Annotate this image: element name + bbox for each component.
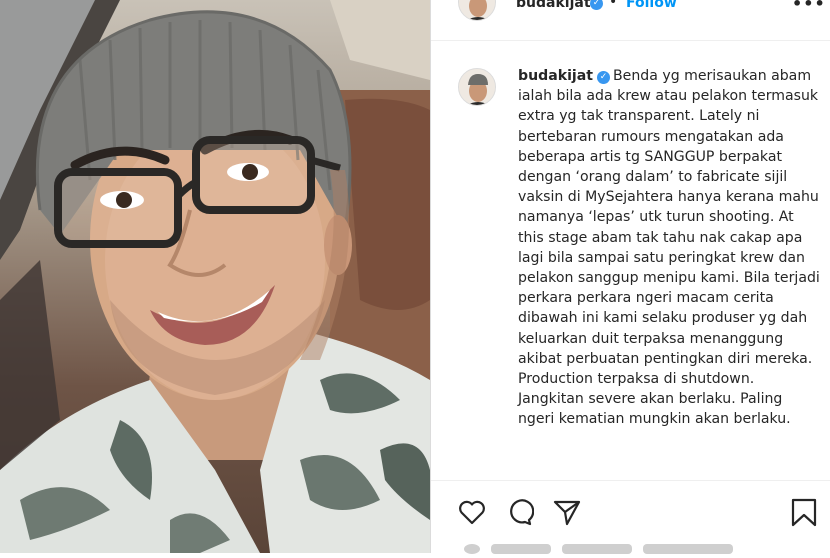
caption-username-link[interactable]: budakijat (518, 68, 593, 84)
caption-avatar[interactable] (458, 68, 496, 106)
bookmark-icon[interactable] (789, 497, 819, 527)
follow-button[interactable]: Follow (626, 0, 677, 11)
avatar-image (459, 69, 495, 105)
more-options-icon[interactable]: ••• (792, 0, 826, 13)
comment-icon[interactable] (504, 497, 534, 527)
separator-dot: • (609, 0, 618, 10)
caption-body: Benda yg merisaukan abam ialah bila ada … (518, 68, 820, 428)
username-link[interactable]: budakijat (516, 0, 591, 11)
share-icon[interactable] (552, 497, 582, 527)
likes-row-cropped (464, 544, 764, 558)
post-photo[interactable] (0, 0, 430, 553)
verified-badge-icon: ✓ (590, 0, 603, 10)
post-side-panel: budakijat ✓ • Follow ••• budakijat ✓ Benda… (430, 0, 830, 554)
heart-icon[interactable] (457, 497, 487, 527)
avatar-image (459, 0, 495, 20)
verified-badge-icon: ✓ (597, 71, 611, 84)
caption-text: budakijat ✓ Benda yg merisaukan abam ialah… (518, 66, 823, 430)
post-actions (431, 480, 830, 554)
post-header: budakijat ✓ • Follow ••• (431, 0, 830, 41)
portrait-illustration (0, 0, 430, 553)
avatar[interactable] (458, 0, 496, 21)
